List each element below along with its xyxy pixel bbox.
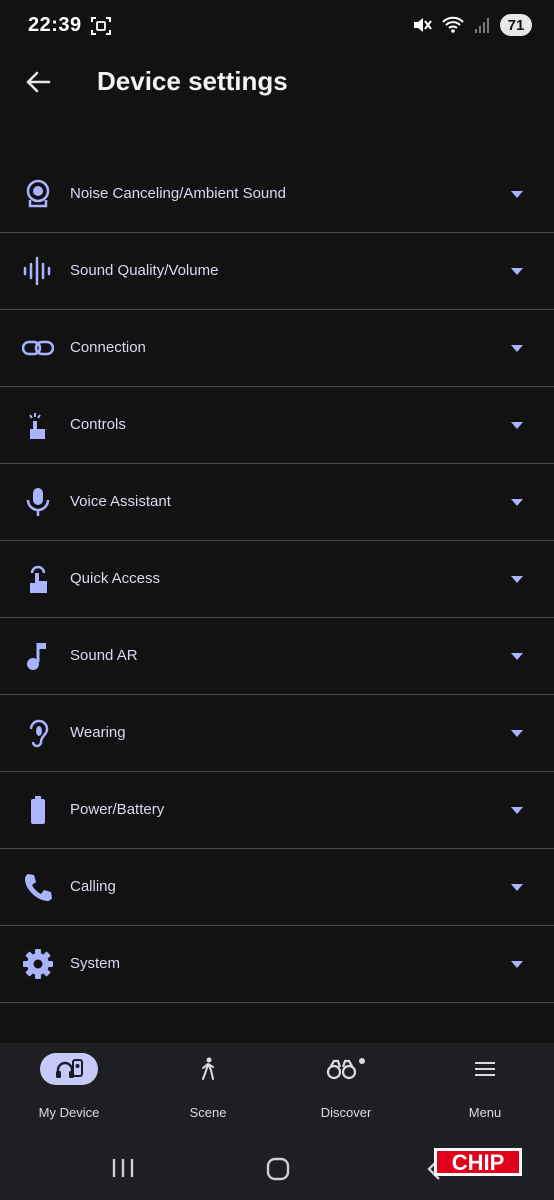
setting-label: Connection <box>70 339 146 356</box>
touch-icon <box>29 413 45 439</box>
nav-icon-wrap <box>456 1053 514 1085</box>
setting-sound-ar[interactable]: Sound AR <box>0 618 554 695</box>
gear-icon <box>23 949 53 979</box>
mute-icon <box>414 18 432 32</box>
walking-person-icon <box>202 1057 214 1080</box>
signal-icon <box>475 18 489 33</box>
headphones-device-icon <box>56 1059 83 1078</box>
chevron-down-icon[interactable] <box>511 807 523 814</box>
chevron-down-icon[interactable] <box>511 730 523 737</box>
clock: 22:39 <box>28 14 82 36</box>
nav-label: Scene <box>189 1105 227 1120</box>
setting-label: Calling <box>70 878 116 895</box>
nav-discover[interactable]: Discover <box>277 1043 415 1135</box>
home-icon[interactable] <box>266 1157 290 1181</box>
bottom-navigation: My Device Scene Discover Menu <box>0 1043 554 1135</box>
chevron-down-icon[interactable] <box>511 422 523 429</box>
microphone-icon <box>26 488 50 516</box>
tap-icon <box>30 565 47 593</box>
setting-label: System <box>70 955 121 972</box>
screenshot-icon <box>91 17 111 35</box>
ear-icon <box>29 719 49 748</box>
nav-label: Menu <box>468 1105 502 1120</box>
hamburger-icon <box>475 1062 495 1076</box>
svg-text:CHIP: CHIP <box>452 1150 505 1175</box>
setting-system[interactable]: System <box>0 926 554 1003</box>
battery-level: 71 <box>500 14 532 36</box>
setting-calling[interactable]: Calling <box>0 849 554 926</box>
chip-logo: CHIP <box>434 1148 522 1176</box>
setting-wearing[interactable]: Wearing <box>0 695 554 772</box>
binoculars-icon <box>326 1058 365 1080</box>
link-icon <box>22 340 54 356</box>
status-bar: 22:39 71 <box>0 0 554 52</box>
setting-label: Controls <box>70 416 126 433</box>
chevron-down-icon[interactable] <box>511 191 523 198</box>
setting-label: Noise Canceling/Ambient Sound <box>70 185 286 202</box>
setting-voice-assistant[interactable]: Voice Assistant <box>0 464 554 541</box>
setting-power-battery[interactable]: Power/Battery <box>0 772 554 849</box>
chevron-down-icon[interactable] <box>511 345 523 352</box>
nav-scene[interactable]: Scene <box>139 1043 277 1135</box>
active-pill <box>40 1053 98 1085</box>
wifi-icon <box>442 16 464 33</box>
setting-label: Wearing <box>70 724 126 741</box>
phone-icon <box>25 874 52 901</box>
app-header: Device settings <box>0 52 554 114</box>
page-title: Device settings <box>97 66 288 96</box>
setting-noise-canceling[interactable]: Noise Canceling/Ambient Sound <box>0 156 554 233</box>
nav-icon-wrap <box>317 1053 375 1085</box>
chevron-down-icon[interactable] <box>511 884 523 891</box>
recent-apps-icon[interactable] <box>110 1157 136 1179</box>
settings-list: Noise Canceling/Ambient Sound Sound Qual… <box>0 156 554 1003</box>
nav-my-device[interactable]: My Device <box>0 1043 138 1135</box>
setting-quick-access[interactable]: Quick Access <box>0 541 554 618</box>
nav-label: My Device <box>38 1105 100 1120</box>
setting-label: Power/Battery <box>70 801 165 818</box>
setting-label: Sound AR <box>70 647 138 664</box>
setting-label: Quick Access <box>70 570 161 587</box>
chevron-down-icon[interactable] <box>511 499 523 506</box>
setting-label: Sound Quality/Volume <box>70 262 219 279</box>
chevron-down-icon[interactable] <box>511 576 523 583</box>
setting-sound-quality[interactable]: Sound Quality/Volume <box>0 233 554 310</box>
setting-label: Voice Assistant <box>70 493 171 510</box>
chevron-down-icon[interactable] <box>511 268 523 275</box>
chevron-down-icon[interactable] <box>511 653 523 660</box>
nav-menu[interactable]: Menu <box>416 1043 554 1135</box>
setting-controls[interactable]: Controls <box>0 387 554 464</box>
back-arrow-icon[interactable] <box>24 68 52 96</box>
battery-icon <box>31 796 45 824</box>
sound-wave-icon <box>23 256 51 286</box>
nav-icon-wrap <box>179 1053 237 1085</box>
chevron-down-icon[interactable] <box>511 961 523 968</box>
noise-canceling-icon <box>26 179 50 208</box>
setting-connection[interactable]: Connection <box>0 310 554 387</box>
music-note-icon <box>27 643 46 670</box>
nav-label: Discover <box>320 1105 372 1120</box>
